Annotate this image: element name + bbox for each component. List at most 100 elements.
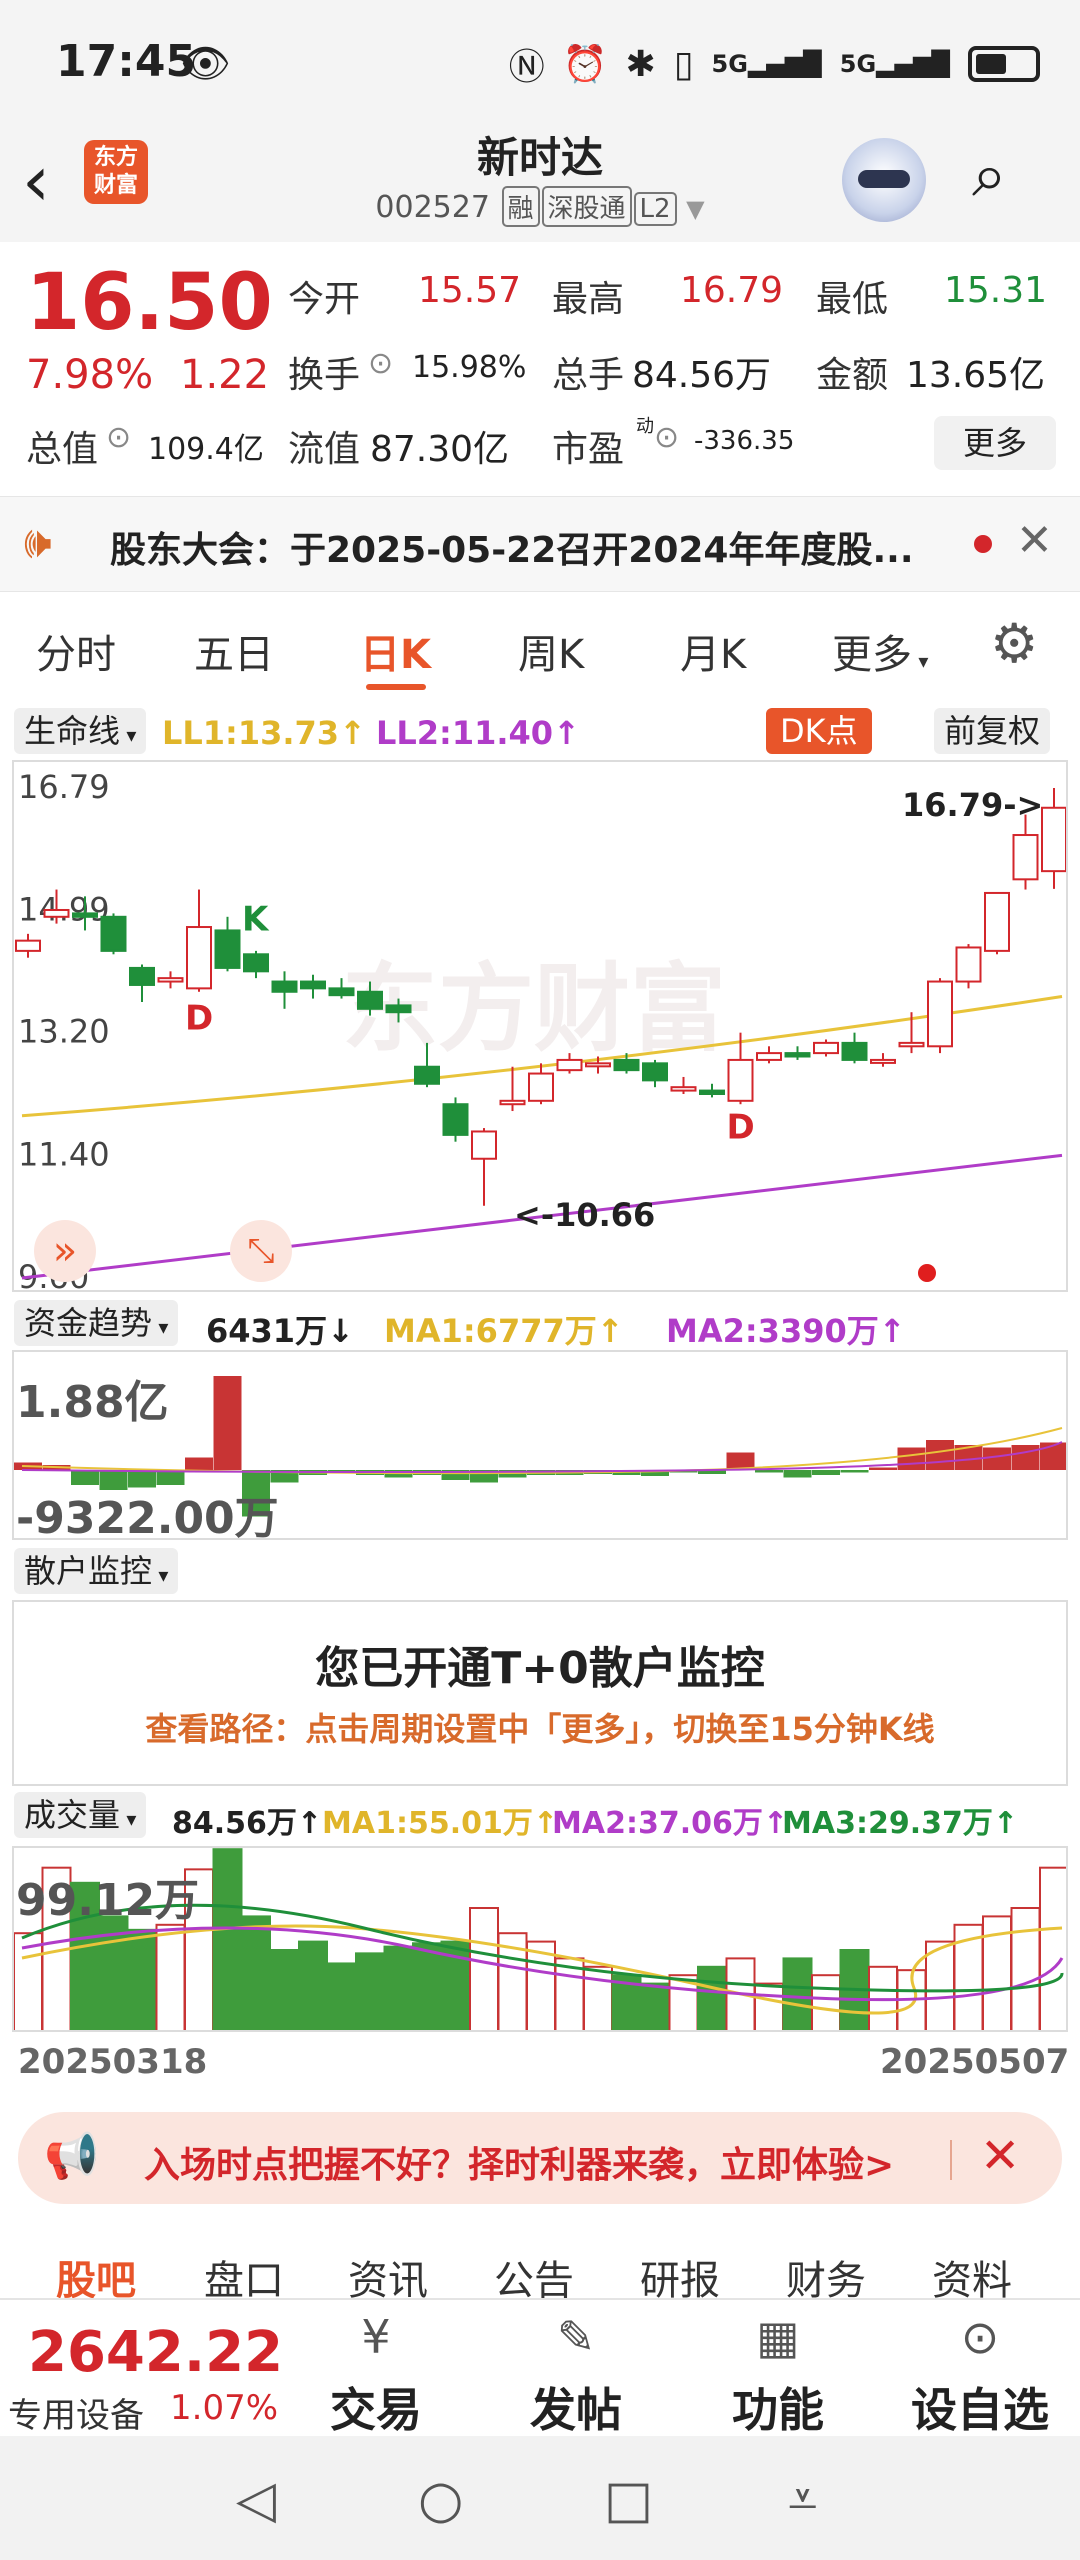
open-label: 今开: [288, 279, 361, 320]
y-tick-label: 11.40: [18, 1135, 110, 1173]
dk-point-button[interactable]: DK点: [766, 708, 872, 754]
fund-bar: [783, 1470, 812, 1478]
low-marker: <-10.66: [514, 1196, 655, 1234]
volume-ma1: MA1:55.01万↑: [322, 1806, 558, 1841]
promo-text[interactable]: 入场时点把握不好？择时利器来袭，立即体验>: [144, 2136, 894, 2188]
candle-body: [699, 1089, 725, 1095]
high-label: 最高: [552, 279, 625, 320]
signal-icon-2: 5G▂▄▆█: [839, 50, 950, 78]
event-dot[interactable]: [918, 1264, 936, 1282]
candle-body: [898, 1041, 925, 1048]
tab-weekly-k[interactable]: 周K: [518, 622, 584, 680]
kline-chart[interactable]: 东方财富 16.7914.9913.2011.409.60 DKD16.79->…: [12, 760, 1068, 1292]
notice-bar[interactable]: 🕪 股东大会：于2025-05-22召开2024年年度股... ✕: [0, 496, 1080, 592]
candle-body: [528, 1072, 554, 1102]
candle: [699, 1083, 725, 1098]
volume-bar: [640, 1982, 670, 2030]
tag-margin: 融: [501, 186, 540, 227]
trade-button[interactable]: ¥ 交易: [296, 2310, 456, 2440]
ll2-value: LL2:11.40↑: [376, 714, 580, 752]
period-tabs: 分时 五日 日K 周K 月K 更多 ▾ ⚙: [0, 592, 1080, 704]
mktcap-value: 109.4亿: [148, 432, 264, 467]
promo-banner[interactable]: 📢 入场时点把握不好？择时利器来袭，立即体验> ✕: [18, 2112, 1062, 2204]
candle: [784, 1046, 811, 1060]
volume-bar: [754, 1982, 784, 2030]
chevron-down-icon[interactable]: ▼: [686, 195, 704, 223]
tab-more[interactable]: 更多 ▾: [832, 622, 928, 680]
candle-body: [642, 1062, 668, 1082]
change-pct: 7.98%: [26, 352, 154, 398]
content-tabs: 股吧 盘口 资讯 公告 研报 财务 资料: [0, 2222, 1080, 2304]
volume-bar: [383, 1945, 414, 2030]
volume-value: 84.56万↑: [172, 1806, 323, 1841]
candle-body: [328, 987, 355, 997]
volume-bar: [1010, 1907, 1041, 2030]
bluetooth-icon: ✱: [625, 43, 656, 85]
candle: [670, 1076, 697, 1094]
retail-select[interactable]: 散户监控 ▾: [14, 1548, 179, 1594]
grid-icon: ▦: [756, 2310, 800, 2364]
candle-body: [585, 1062, 611, 1068]
tab-monthly-k[interactable]: 月K: [680, 622, 746, 680]
nav-menu-icon[interactable]: ⩡: [788, 2470, 817, 2531]
volume-value: 84.56万: [632, 355, 772, 396]
index-value[interactable]: 2642.22: [28, 2320, 283, 2385]
close-icon[interactable]: ✕: [1016, 515, 1053, 566]
tab-5day[interactable]: 五日: [194, 622, 274, 680]
adjust-button[interactable]: 前复权: [934, 708, 1051, 754]
stock-code: 002527: [375, 190, 490, 225]
fund-chart[interactable]: 1.88亿 -9322.00万: [12, 1350, 1068, 1540]
fund-bar: [869, 1467, 897, 1470]
volume-ma2: MA2:37.06万↑: [552, 1806, 788, 1841]
robot-avatar[interactable]: [842, 138, 926, 222]
candle-body: [300, 980, 326, 990]
candle: [186, 889, 212, 992]
unread-dot: [974, 535, 992, 553]
volume-label: 总手: [552, 355, 625, 396]
volume-bar: [241, 1915, 271, 2030]
volume-bar: [1039, 1866, 1066, 2030]
promo-divider: [950, 2140, 952, 2180]
candle-body: [955, 946, 982, 983]
volume-bar: [127, 1928, 157, 2030]
tab-daily-k[interactable]: 日K: [360, 622, 431, 680]
candle: [870, 1053, 896, 1067]
candle: [499, 1066, 526, 1112]
fullscreen-icon[interactable]: ⤡: [230, 1220, 292, 1282]
candle: [756, 1046, 782, 1064]
volume-bar: [155, 1923, 186, 2030]
tab-intraday[interactable]: 分时: [36, 622, 116, 680]
search-icon[interactable]: ⌕: [972, 138, 1007, 212]
fund-select[interactable]: 资金趋势 ▾: [14, 1300, 179, 1346]
tag-connect: 深股通: [541, 186, 632, 227]
battery-icon: [968, 46, 1040, 82]
close-icon[interactable]: ✕: [980, 2128, 1020, 2184]
pe-label: 市盈: [552, 429, 625, 470]
candle-body: [870, 1058, 896, 1064]
nav-home-icon[interactable]: ○: [418, 2470, 463, 2530]
expand-icon[interactable]: »: [34, 1220, 96, 1282]
volume-bar: [298, 1940, 328, 2030]
nav-back-icon[interactable]: ◁: [236, 2470, 276, 2530]
fund-bar: [897, 1447, 926, 1470]
fund-bar: [812, 1470, 840, 1475]
volume-bar: [412, 1942, 442, 2030]
volume-chart[interactable]: 99.12万: [12, 1846, 1068, 2032]
info-icon[interactable]: ⊙: [106, 420, 131, 455]
notice-text[interactable]: 股东大会：于2025-05-22召开2024年年度股...: [110, 521, 950, 573]
low-label: 最低: [816, 279, 889, 320]
gear-icon[interactable]: ⚙: [990, 612, 1038, 675]
info-icon[interactable]: ⊙: [654, 420, 679, 455]
volume-select[interactable]: 成交量 ▾: [14, 1792, 147, 1838]
fund-value: 6431万↓: [206, 1312, 354, 1350]
post-button[interactable]: ✎ 发帖: [496, 2310, 656, 2440]
volume-bar: [469, 1907, 499, 2030]
info-icon[interactable]: ⊙: [368, 346, 393, 381]
more-button[interactable]: 更多: [934, 416, 1056, 470]
add-watchlist-button[interactable]: ⊙ 设自选: [900, 2310, 1060, 2440]
indicator-select[interactable]: 生命线 ▾: [14, 708, 147, 754]
edit-icon: ✎: [556, 2310, 596, 2364]
open-value: 15.57: [418, 270, 522, 311]
nav-recents-icon[interactable]: □: [604, 2470, 653, 2530]
functions-button[interactable]: ▦ 功能: [698, 2310, 858, 2440]
